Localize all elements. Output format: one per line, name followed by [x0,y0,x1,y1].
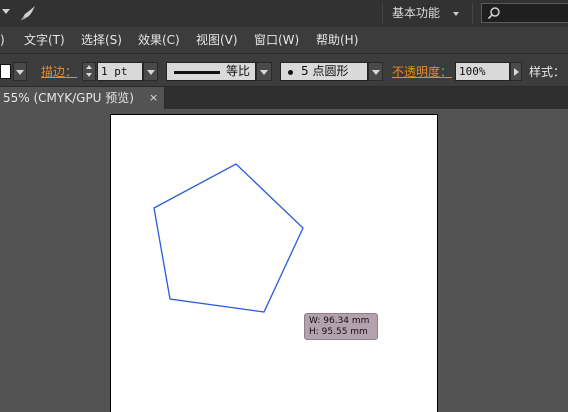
chevron-down-icon [146,69,155,75]
workspace-switcher-label[interactable]: 基本功能 [392,4,440,22]
brush-dropdown[interactable] [368,62,383,81]
stroke-profile-label: 等比 [226,64,251,78]
stroke-profile-dropdown[interactable] [256,62,272,81]
search-icon [487,7,500,20]
menu-item-type[interactable]: 文字(T) [24,32,65,48]
chevron-down-icon[interactable] [86,73,92,77]
appbar-divider [382,3,383,24]
play-icon [514,68,519,76]
dropdown-caret-icon[interactable] [2,9,10,14]
menu-bar: ) 文字(T) 选择(S) 效果(C) 视图(V) 窗口(W) 帮助(H) [0,27,568,53]
close-icon[interactable]: × [149,90,158,106]
opacity-popup-button[interactable] [510,62,522,81]
artboard[interactable] [110,114,438,412]
stroke-profile-preview [174,71,220,74]
opacity-field[interactable]: 100% [455,62,510,81]
style-label: 样式： [529,65,566,79]
stroke-color-swatch[interactable] [0,64,11,79]
app-logo-area [0,0,48,27]
chevron-up-icon[interactable] [86,65,92,69]
document-tab[interactable]: 55% (CMYK/GPU 预览) × [0,87,165,109]
document-tab-strip: 55% (CMYK/GPU 预览) × [0,87,568,109]
menu-item-view[interactable]: 视图(V) [196,32,238,48]
menu-item-effect[interactable]: 效果(C) [138,32,180,48]
dimension-tooltip: W: 96.34 mm H: 95.55 mm [304,313,378,340]
brush-label: 5 点圆形 [301,64,349,78]
application-bar: 基本功能 [0,0,568,27]
stroke-weight-dropdown[interactable] [143,62,158,81]
chevron-down-icon [371,69,380,75]
brush-definition[interactable]: 5 点圆形 [280,62,368,81]
tooltip-width: W: 96.34 mm [309,316,370,326]
tooltip-height: H: 95.55 mm [309,327,368,337]
stroke-weight-field[interactable]: 1 pt [97,62,143,81]
stroke-label[interactable]: 描边： [41,64,77,80]
rocket-icon[interactable] [18,3,38,23]
stroke-weight-stepper[interactable] [82,62,96,81]
brush-dot-icon [288,70,293,75]
appbar-divider [472,3,473,24]
document-tab-title: 55% (CMYK/GPU 预览) [3,91,134,105]
menu-item-help[interactable]: 帮助(H) [316,32,358,48]
variable-width-profile[interactable]: 等比 [166,62,256,81]
menu-item-partial[interactable]: ) [0,32,5,48]
opacity-label[interactable]: 不透明度： [392,64,452,80]
stroke-color-dropdown[interactable] [13,62,27,81]
chevron-down-icon [260,69,268,75]
chevron-down-icon [16,69,24,75]
menu-item-select[interactable]: 选择(S) [81,32,122,48]
workspace-caret-icon[interactable] [453,12,459,16]
control-bar: 描边： 1 pt 等比 5 点圆形 不透明度： 100% 样式： [0,53,568,87]
menu-item-window[interactable]: 窗口(W) [254,32,299,48]
